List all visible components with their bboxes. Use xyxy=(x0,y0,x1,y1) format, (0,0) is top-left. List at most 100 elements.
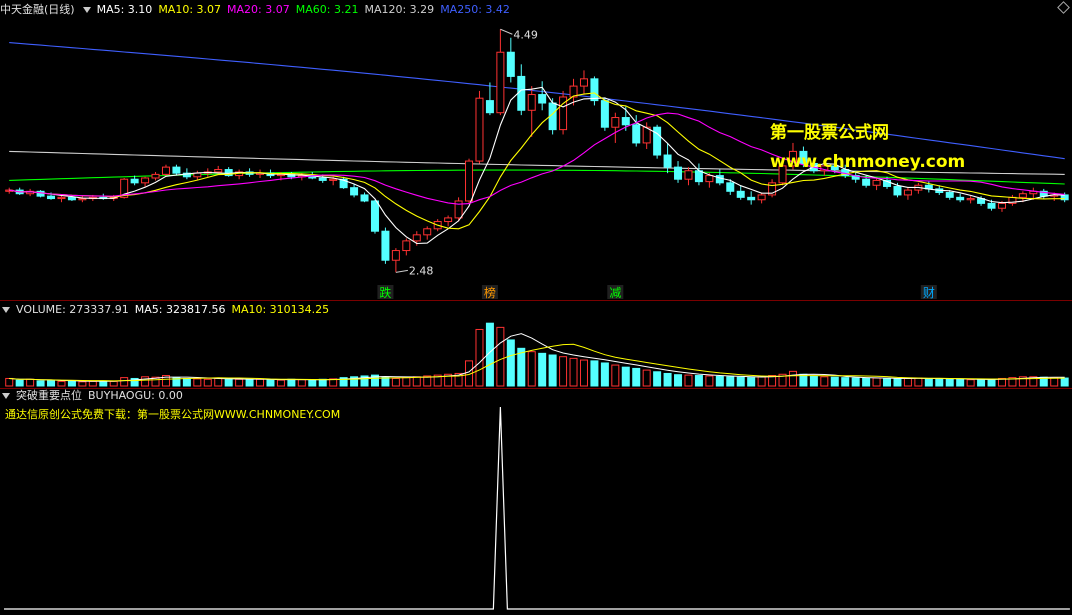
volume-bar xyxy=(747,377,756,387)
volume-bar xyxy=(47,380,56,387)
candle-body xyxy=(674,166,683,180)
candle-body xyxy=(412,234,421,242)
volume-bar xyxy=(945,378,954,387)
candle-body xyxy=(78,198,87,201)
volume-pane: VOLUME: 273337.91 MA5: 323817.56 MA10: 310… xyxy=(0,301,1072,388)
candle-body xyxy=(872,179,881,186)
volume-bar xyxy=(36,380,45,387)
candle-body xyxy=(381,230,390,261)
volume-bar xyxy=(1060,377,1069,387)
volume-bar xyxy=(235,378,244,387)
marker-1: 榜 xyxy=(484,285,496,300)
candle-body xyxy=(579,78,588,87)
volume-bar xyxy=(956,378,965,387)
candle-body xyxy=(57,196,66,200)
marker-3: 财 xyxy=(923,286,935,300)
candle-body xyxy=(663,154,672,168)
candle-body xyxy=(653,126,662,156)
volume-bar xyxy=(830,376,839,387)
candle-body xyxy=(527,94,536,111)
volume-bar xyxy=(26,378,35,387)
indicator-chart xyxy=(4,406,1070,610)
volume-bar xyxy=(694,375,703,387)
candle-body xyxy=(611,117,620,128)
high-label: 4.49 xyxy=(513,28,538,41)
volume-bar xyxy=(256,378,265,387)
volume-ma5-line xyxy=(9,333,1065,382)
volume-bar xyxy=(1050,377,1059,387)
marker-0: 跌 xyxy=(379,285,391,300)
candle-body xyxy=(621,117,630,126)
candle-body xyxy=(747,196,756,201)
candle-body xyxy=(172,166,181,174)
candle-body xyxy=(370,200,379,232)
candle-body xyxy=(632,124,641,144)
volume-bar xyxy=(642,369,651,387)
candle-body xyxy=(475,97,484,162)
candle-body xyxy=(903,189,912,196)
volume-bar xyxy=(987,378,996,387)
volume-bar xyxy=(914,377,923,387)
candle-body xyxy=(161,166,170,175)
volume-bar xyxy=(475,328,484,387)
candle-body xyxy=(987,202,996,209)
volume-bar xyxy=(872,377,881,387)
volume-bar xyxy=(266,379,275,387)
volume-bar xyxy=(245,379,254,387)
candle-body xyxy=(329,178,338,181)
volume-bar xyxy=(684,374,693,387)
low-label: 2.48 xyxy=(409,264,434,277)
candle-body xyxy=(757,194,766,201)
volume-bar xyxy=(611,364,620,387)
candle-body xyxy=(47,195,56,200)
volume-bar xyxy=(402,377,411,387)
volume-bar xyxy=(579,359,588,387)
candle-body xyxy=(506,51,515,77)
candle-body xyxy=(402,240,411,252)
candle-body xyxy=(600,100,609,128)
volume-bar xyxy=(141,376,150,387)
low-pointer xyxy=(395,269,408,273)
watermark-line1: 第一股票公式网 xyxy=(770,123,889,143)
volume-bar xyxy=(663,372,672,387)
volume-bar xyxy=(15,379,24,387)
volume-bar xyxy=(538,352,547,387)
volume-bar xyxy=(203,378,212,387)
indicator-pane: 突破重要点位 BUYHAOGU: 0.00 通达信原创公式免费下载：第一股票公式网… xyxy=(0,389,1072,615)
volume-bar xyxy=(841,377,850,387)
candlestick-chart: 4.49 2.48 跌 榜 减 财 xyxy=(5,28,1069,300)
volume-bar xyxy=(715,375,724,387)
candle-body xyxy=(141,177,150,184)
volume-bar xyxy=(726,376,735,387)
price-pane: 中天金融(日线) MA5: 3.10 MA10: 3.07 MA20: 3.07 MA6… xyxy=(0,0,1072,300)
volume-bar xyxy=(224,378,233,387)
volume-bar xyxy=(903,377,912,387)
candle-body xyxy=(517,75,526,111)
volume-chart xyxy=(5,322,1069,387)
volume-bar xyxy=(966,379,975,387)
candle-body xyxy=(1018,193,1027,198)
volume-bar xyxy=(935,378,944,387)
candle-body xyxy=(862,178,871,186)
volume-bar xyxy=(109,380,118,387)
volume-bar xyxy=(674,374,683,387)
candle-body xyxy=(736,190,745,198)
volume-bar xyxy=(496,326,505,387)
candle-body xyxy=(694,170,703,183)
watermark-line2: www.chnmoney.com xyxy=(770,152,966,172)
volume-bar xyxy=(67,380,76,387)
volume-bar xyxy=(653,371,662,387)
candle-body xyxy=(590,78,599,102)
candle-body xyxy=(130,178,139,184)
volume-bar xyxy=(590,360,599,387)
candle-body xyxy=(496,51,505,114)
volume-bar xyxy=(308,379,317,387)
high-pointer xyxy=(500,28,513,35)
candle-body xyxy=(956,196,965,201)
volume-bar xyxy=(757,376,766,387)
candle-body xyxy=(945,192,954,198)
candle-body xyxy=(151,173,160,179)
candle-body xyxy=(465,160,474,202)
volume-bar xyxy=(851,377,860,387)
candle-body xyxy=(444,217,453,223)
